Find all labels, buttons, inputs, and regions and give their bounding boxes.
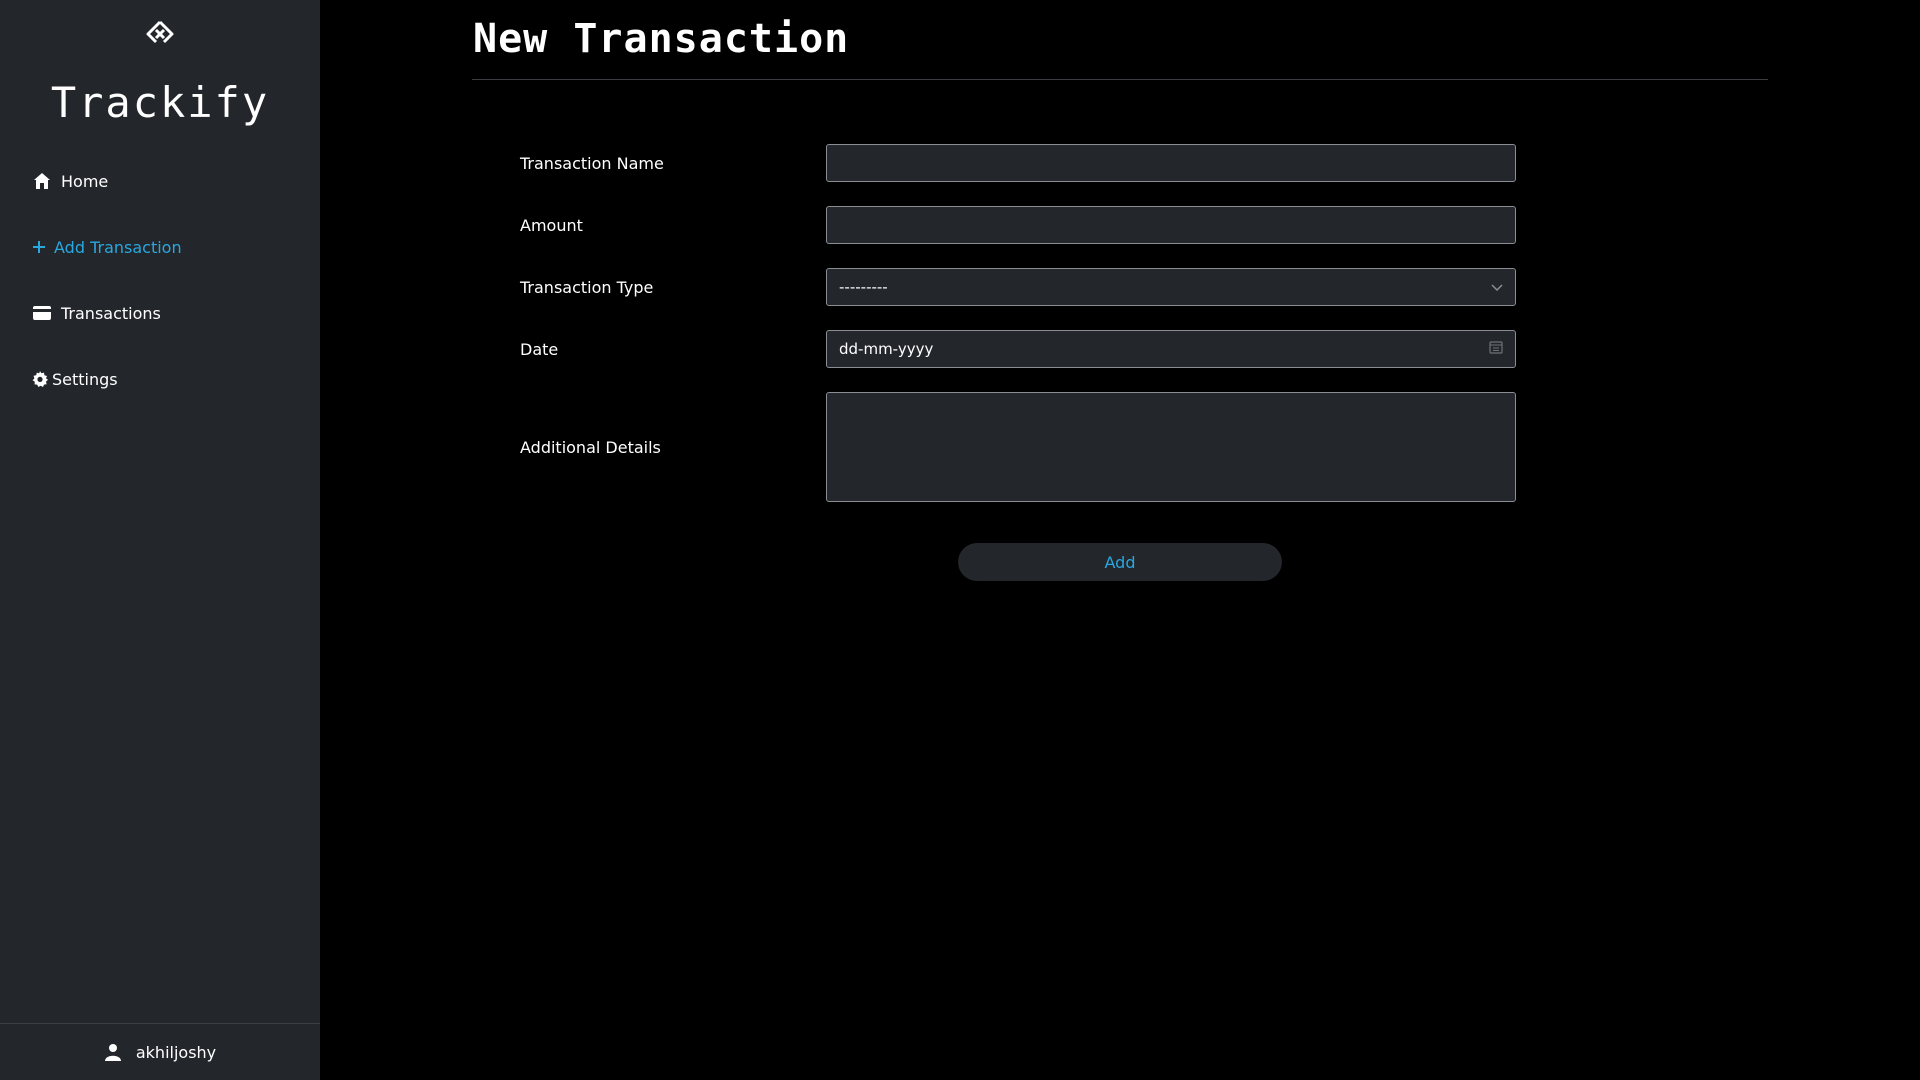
date-placeholder: dd-mm-yyyy — [839, 340, 934, 358]
transaction-name-input[interactable] — [826, 144, 1516, 182]
sidebar-item-home[interactable]: Home — [32, 168, 302, 194]
title-divider — [472, 79, 1768, 80]
additional-details-label: Additional Details — [520, 437, 661, 457]
amount-input[interactable] — [826, 206, 1516, 244]
additional-details-textarea[interactable] — [826, 392, 1516, 502]
transaction-type-row: Transaction Type --------- — [520, 268, 1520, 306]
date-label: Date — [520, 339, 559, 359]
chevron-down-icon — [1491, 278, 1503, 296]
transaction-name-label: Transaction Name — [520, 153, 664, 173]
sidebar-item-label: Transactions — [61, 303, 161, 323]
transaction-type-select[interactable]: --------- — [826, 268, 1516, 306]
sidebar-item-transactions[interactable]: Transactions — [32, 300, 302, 326]
gear-icon — [32, 369, 48, 389]
sidebar: Trackify Home Add Transaction Transactio… — [0, 0, 320, 1080]
transaction-type-selected: --------- — [839, 278, 888, 296]
transaction-type-label: Transaction Type — [520, 277, 654, 297]
date-row: Date dd-mm-yyyy — [520, 330, 1520, 368]
user-profile[interactable]: akhiljoshy — [0, 1023, 320, 1080]
amount-row: Amount — [520, 206, 1520, 244]
credit-card-icon — [32, 303, 52, 323]
sidebar-item-settings[interactable]: Settings — [32, 366, 302, 392]
sidebar-item-label: Add Transaction — [54, 237, 182, 257]
sidebar-item-label: Settings — [52, 369, 118, 389]
username: akhiljoshy — [135, 1042, 217, 1062]
sidebar-nav: Home Add Transaction Transactions Settin… — [32, 168, 302, 432]
transaction-name-row: Transaction Name — [520, 144, 1520, 182]
logo-icon — [146, 20, 174, 44]
additional-details-row: Additional Details — [520, 392, 1520, 502]
brand[interactable]: Trackify — [0, 18, 320, 127]
date-input[interactable]: dd-mm-yyyy — [826, 330, 1516, 368]
page-title: New Transaction — [473, 16, 850, 62]
sidebar-item-add-transaction[interactable]: Add Transaction — [32, 234, 302, 260]
home-icon — [32, 171, 52, 191]
user-icon — [104, 1043, 122, 1061]
amount-label: Amount — [520, 215, 583, 235]
add-button[interactable]: Add — [958, 543, 1282, 581]
app-name: Trackify — [50, 78, 270, 127]
plus-icon — [32, 237, 46, 257]
sidebar-item-label: Home — [61, 171, 109, 191]
main-content: New Transaction Transaction Name Amount … — [320, 0, 1920, 1080]
calendar-icon[interactable] — [1489, 340, 1503, 358]
